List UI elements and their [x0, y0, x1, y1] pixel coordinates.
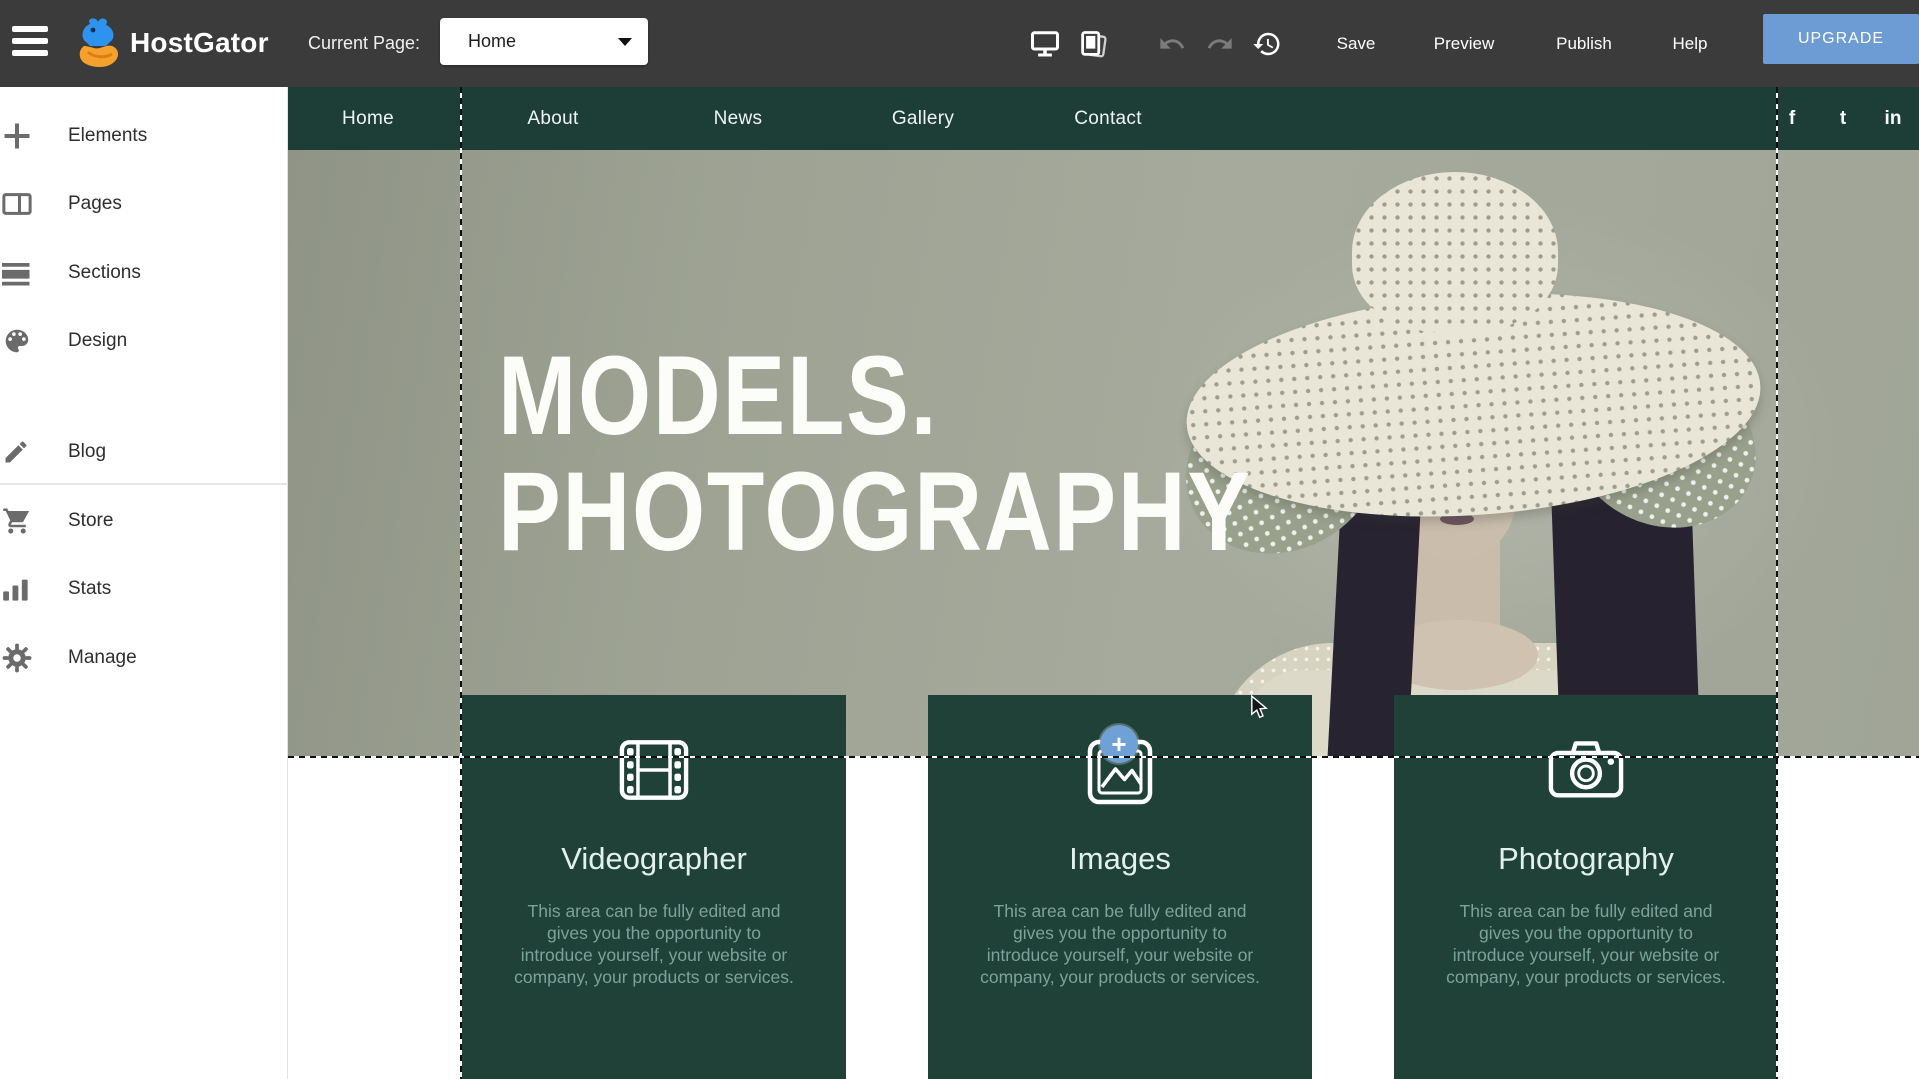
sidebar-item-manage[interactable]: Manage — [0, 624, 288, 692]
sidebar-item-label: Elements — [68, 125, 147, 147]
current-page-select[interactable]: Home — [440, 18, 648, 65]
hero-title-line2[interactable]: PHOTOGRAPHY — [498, 456, 1252, 568]
sidebar-item-label: Pages — [68, 193, 122, 215]
card-title[interactable]: Photography — [1394, 841, 1778, 877]
sidebar-item-label: Manage — [68, 647, 137, 669]
mobile-view-icon[interactable] — [1076, 0, 1110, 87]
palette-icon — [2, 326, 36, 356]
stats-icon — [2, 575, 36, 603]
current-page-label: Current Page: — [308, 0, 420, 87]
selection-outline-right — [1776, 87, 1778, 1079]
sidebar-item-store[interactable]: Store — [0, 487, 288, 555]
gear-icon — [2, 643, 36, 673]
preview-button[interactable]: Preview — [1434, 0, 1494, 87]
card-videographer[interactable]: Videographer This area can be fully edit… — [462, 695, 846, 1079]
site-nav-gallery[interactable]: Gallery — [892, 87, 954, 150]
site-nav-home[interactable]: Home — [342, 87, 394, 150]
builder-sidebar: Elements Pages Sections Design Blog — [0, 87, 288, 1079]
card-body[interactable]: This area can be fully edited and gives … — [462, 900, 846, 988]
twitter-icon[interactable]: t — [1840, 87, 1846, 150]
sidebar-item-label: Store — [68, 510, 113, 532]
selection-outline-bottom — [288, 756, 1919, 758]
sidebar-item-design[interactable]: Design — [0, 307, 288, 375]
history-icon[interactable] — [1250, 0, 1284, 87]
facebook-icon[interactable]: f — [1789, 87, 1795, 150]
sidebar-item-label: Sections — [68, 262, 141, 284]
selection-outline-left — [460, 87, 462, 1079]
card-photography[interactable]: Photography This area can be fully edite… — [1394, 695, 1778, 1079]
film-icon — [619, 739, 689, 801]
sidebar-item-elements[interactable]: Elements — [0, 102, 288, 170]
sidebar-item-blog[interactable]: Blog — [0, 418, 288, 486]
sections-icon — [2, 258, 36, 288]
sidebar-item-stats[interactable]: Stats — [0, 555, 288, 623]
plus-icon — [2, 121, 36, 151]
hero-section[interactable]: MODELS. PHOTOGRAPHY — [288, 150, 1919, 757]
sidebar-item-pages[interactable]: Pages — [0, 170, 288, 238]
mouse-cursor — [1248, 695, 1270, 724]
card-title[interactable]: Images — [928, 841, 1312, 877]
site-nav-news[interactable]: News — [714, 87, 763, 150]
current-page-value: Home — [468, 31, 516, 52]
brand-name: HostGator — [130, 27, 269, 59]
card-body[interactable]: This area can be fully edited and gives … — [1394, 900, 1778, 988]
site-canvas: Home About News Gallery Contact f t in — [288, 87, 1919, 1079]
camera-icon — [1548, 739, 1624, 799]
help-button[interactable]: Help — [1673, 0, 1708, 87]
site-nav-contact[interactable]: Contact — [1074, 87, 1142, 150]
site-navbar: Home About News Gallery Contact f t in — [288, 87, 1919, 150]
sidebar-item-label: Stats — [68, 578, 111, 600]
cart-icon — [2, 506, 36, 536]
card-title[interactable]: Videographer — [462, 841, 846, 877]
undo-icon[interactable] — [1155, 0, 1189, 87]
card-images[interactable]: + Images This area can be fully edited a… — [928, 695, 1312, 1079]
pages-icon — [2, 189, 36, 219]
gator-icon — [76, 16, 122, 70]
pencil-icon — [2, 438, 36, 466]
hero-title-line1[interactable]: MODELS. — [498, 340, 938, 452]
linkedin-icon[interactable]: in — [1885, 87, 1902, 150]
builder-topbar: HostGator Current Page: Home Save Previe… — [0, 0, 1919, 87]
card-body[interactable]: This area can be fully edited and gives … — [928, 900, 1312, 988]
sidebar-item-label: Blog — [68, 441, 106, 463]
chevron-down-icon — [618, 38, 632, 46]
hostgator-logo: HostGator — [76, 14, 269, 72]
save-button[interactable]: Save — [1337, 0, 1376, 87]
desktop-view-icon[interactable] — [1028, 0, 1062, 87]
upgrade-button[interactable]: UPGRADE — [1763, 14, 1919, 64]
redo-icon[interactable] — [1203, 0, 1237, 87]
sidebar-item-sections[interactable]: Sections — [0, 239, 288, 307]
hamburger-menu-icon[interactable] — [12, 26, 48, 58]
app-window: HostGator Current Page: Home Save Previe… — [0, 0, 1919, 1079]
publish-button[interactable]: Publish — [1556, 0, 1612, 87]
site-nav-about[interactable]: About — [527, 87, 578, 150]
sidebar-item-label: Design — [68, 330, 127, 352]
